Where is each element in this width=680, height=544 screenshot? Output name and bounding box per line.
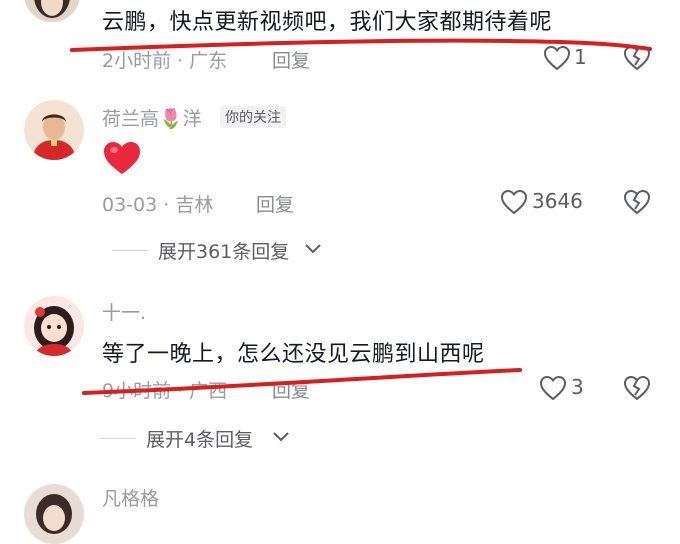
following-badge: 你的关注 xyxy=(220,106,286,128)
dislike-icon[interactable] xyxy=(623,189,651,215)
comment-text xyxy=(102,140,142,176)
like-count: 3646 xyxy=(532,189,583,213)
avatar[interactable] xyxy=(24,484,84,544)
comment-meta: 03-03 · 吉林 xyxy=(102,194,214,216)
expand-replies[interactable]: 展开4条回复 xyxy=(146,425,253,452)
annotation-underline xyxy=(70,38,652,52)
expand-replies[interactable]: 展开361条回复 xyxy=(158,237,289,264)
username[interactable]: 十一. xyxy=(102,298,146,325)
like-icon[interactable] xyxy=(500,189,528,215)
username[interactable]: 荷兰高🌷洋 xyxy=(102,104,202,131)
divider xyxy=(100,438,136,439)
avatar[interactable] xyxy=(24,100,84,160)
reply-button[interactable]: 回复 xyxy=(256,190,294,217)
chevron-down-icon[interactable] xyxy=(272,430,290,444)
chevron-down-icon[interactable] xyxy=(304,242,322,256)
divider xyxy=(112,250,148,251)
annotation-underline xyxy=(82,368,522,395)
